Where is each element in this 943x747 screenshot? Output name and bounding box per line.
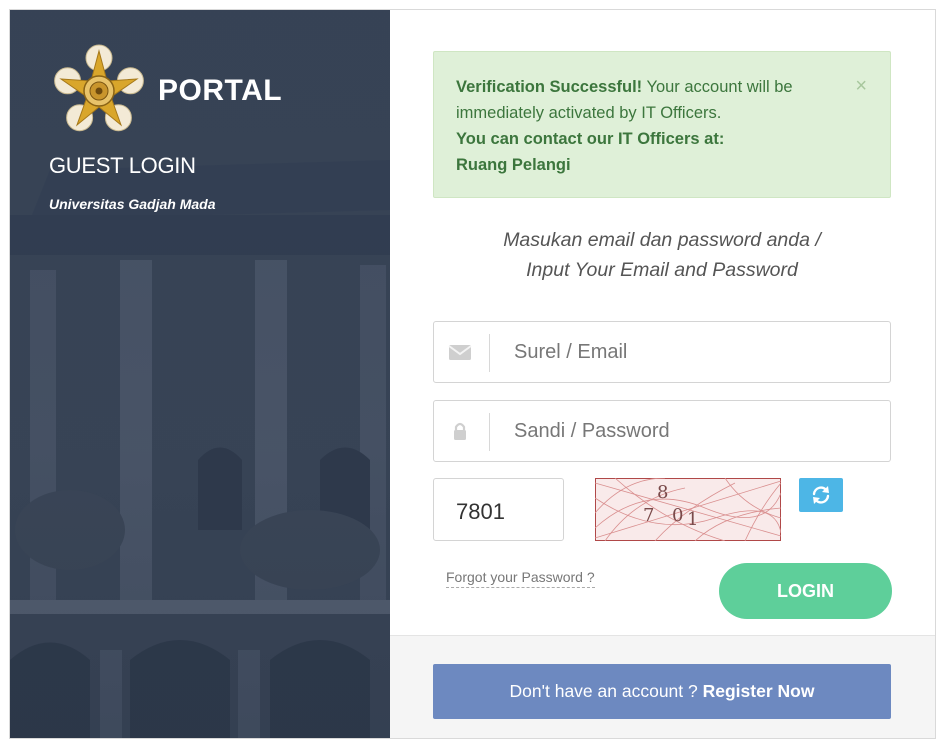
login-instructions: Masukan email dan password anda / Input … xyxy=(433,225,891,285)
email-field[interactable]: Surel / Email xyxy=(433,321,891,383)
ugm-logo xyxy=(54,44,144,132)
left-branding-panel: PORTAL GUEST LOGIN Universitas Gadjah Ma… xyxy=(10,10,390,738)
alert-heading: Verification Successful! xyxy=(456,78,643,96)
captcha-input[interactable]: 7801 xyxy=(433,478,564,541)
portal-title: PORTAL xyxy=(158,74,283,107)
field-divider xyxy=(489,334,490,372)
svg-text:0: 0 xyxy=(672,505,683,526)
refresh-icon xyxy=(812,486,830,504)
verification-alert: Verification Successful! Your account wi… xyxy=(433,51,891,198)
close-icon[interactable]: × xyxy=(855,76,867,96)
svg-text:8: 8 xyxy=(657,482,668,503)
register-button[interactable]: Don't have an account ? Register Now xyxy=(433,664,891,719)
register-footer: Don't have an account ? Register Now xyxy=(390,635,935,738)
register-prefix: Don't have an account ? xyxy=(509,681,698,701)
login-form-panel: Verification Successful! Your account wi… xyxy=(390,10,935,738)
alert-contact-label: You can contact our IT Officers at: xyxy=(456,130,725,148)
envelope-icon xyxy=(448,345,472,360)
refresh-captcha-button[interactable] xyxy=(799,478,843,512)
alert-contact-location: Ruang Pelangi xyxy=(456,156,571,174)
captcha-image: 8 7 0 1 xyxy=(595,478,781,541)
password-field[interactable]: Sandi / Password xyxy=(433,400,891,462)
login-window: PORTAL GUEST LOGIN Universitas Gadjah Ma… xyxy=(9,9,936,739)
lock-icon xyxy=(454,422,466,440)
password-placeholder: Sandi / Password xyxy=(514,420,670,442)
register-link: Register Now xyxy=(702,681,815,701)
instructions-line-1: Masukan email dan password anda / xyxy=(503,229,821,251)
login-button[interactable]: LOGIN xyxy=(719,563,892,619)
university-name: Universitas Gadjah Mada xyxy=(49,196,216,212)
field-divider xyxy=(489,413,490,451)
forgot-password-link[interactable]: Forgot your Password ? xyxy=(446,569,595,588)
instructions-line-2: Input Your Email and Password xyxy=(526,259,798,281)
svg-text:1: 1 xyxy=(687,509,698,530)
guest-login-heading: GUEST LOGIN xyxy=(49,153,196,178)
svg-text:7: 7 xyxy=(643,505,654,526)
email-placeholder: Surel / Email xyxy=(514,341,628,363)
